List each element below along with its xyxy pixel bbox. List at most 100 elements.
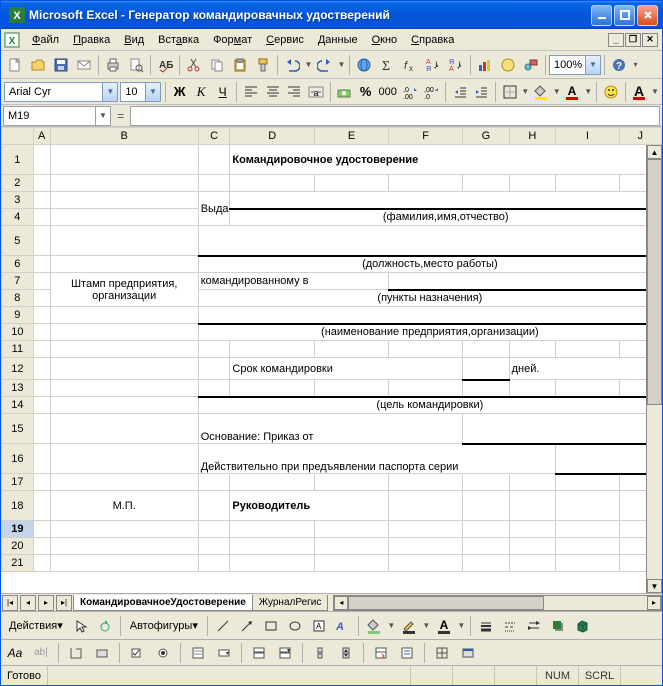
- redo-icon[interactable]: [314, 54, 336, 76]
- label-osn[interactable]: Основание: Приказ от: [198, 414, 462, 444]
- col-C[interactable]: C: [198, 128, 230, 145]
- editbox-control-icon[interactable]: ab|: [30, 642, 52, 664]
- cut-icon[interactable]: [183, 54, 205, 76]
- groupbox-control-icon[interactable]: [65, 642, 87, 664]
- sheet-tab-2[interactable]: ЖурналРегис: [252, 595, 329, 611]
- option-control-icon[interactable]: [152, 642, 174, 664]
- save-icon[interactable]: [50, 54, 72, 76]
- scrollbar-control-icon[interactable]: [309, 642, 331, 664]
- button-control-icon[interactable]: [91, 642, 113, 664]
- label-komand[interactable]: командированному в: [198, 273, 388, 290]
- menu-edit[interactable]: Правка: [66, 32, 117, 48]
- label-control-icon[interactable]: Aa: [4, 642, 26, 664]
- checkbox-control-icon[interactable]: [126, 642, 148, 664]
- draw-actions-menu[interactable]: Действия ▾: [4, 615, 68, 637]
- fill-color-dropdown[interactable]: ▼: [553, 81, 561, 103]
- comma-icon[interactable]: 000: [377, 81, 397, 103]
- percent-icon[interactable]: %: [356, 81, 376, 103]
- menu-insert[interactable]: Вставка: [151, 32, 206, 48]
- arrow-icon[interactable]: [236, 615, 258, 637]
- col-F[interactable]: F: [389, 128, 463, 145]
- menu-view[interactable]: Вид: [117, 32, 151, 48]
- col-B[interactable]: B: [50, 128, 198, 145]
- select-objects-icon[interactable]: [70, 615, 92, 637]
- font-color-draw-icon[interactable]: A: [433, 615, 455, 637]
- undo-dropdown[interactable]: ▼: [304, 54, 313, 76]
- tab-nav-first[interactable]: |◂: [2, 595, 18, 611]
- close-button[interactable]: [637, 5, 658, 26]
- label-cel[interactable]: (цель командировки): [198, 397, 661, 414]
- label-deist[interactable]: Действительно при предъявлении паспорта …: [198, 444, 555, 474]
- align-right-icon[interactable]: [284, 81, 304, 103]
- decrease-indent-icon[interactable]: [450, 81, 470, 103]
- large-font-color-icon[interactable]: A: [629, 81, 649, 103]
- font-name-combo[interactable]: Arial Cyr▼: [4, 82, 118, 102]
- menu-file[interactable]: Файл: [25, 32, 66, 48]
- large-font-color-dropdown[interactable]: ▼: [651, 81, 659, 103]
- tab-nav-last[interactable]: ▸|: [56, 595, 72, 611]
- col-J[interactable]: J: [619, 128, 661, 145]
- spellcheck-icon[interactable]: AБВ: [154, 54, 176, 76]
- sort-desc-icon[interactable]: ЯА: [445, 54, 467, 76]
- hyperlink-icon[interactable]: [353, 54, 375, 76]
- mail-icon[interactable]: [73, 54, 95, 76]
- chart-wizard-icon[interactable]: [474, 54, 496, 76]
- label-punkty[interactable]: (пункты назначения): [198, 290, 661, 307]
- function-icon[interactable]: fx: [399, 54, 421, 76]
- col-I[interactable]: I: [556, 128, 619, 145]
- rotate-icon[interactable]: [94, 615, 116, 637]
- combobox-control-icon[interactable]: [213, 642, 235, 664]
- col-E[interactable]: E: [315, 128, 389, 145]
- copy-icon[interactable]: [206, 54, 228, 76]
- align-left-icon[interactable]: [241, 81, 261, 103]
- font-size-combo[interactable]: 10▼: [120, 82, 161, 102]
- paste-icon[interactable]: [229, 54, 251, 76]
- open-icon[interactable]: [27, 54, 49, 76]
- mdi-minimize-button[interactable]: _: [608, 33, 624, 47]
- shadow-icon[interactable]: [547, 615, 569, 637]
- arrow-style-icon[interactable]: [523, 615, 545, 637]
- autosum-icon[interactable]: Σ: [376, 54, 398, 76]
- line-color-icon[interactable]: [398, 615, 420, 637]
- mdi-close-button[interactable]: ✕: [642, 33, 658, 47]
- help-icon[interactable]: ?: [608, 54, 630, 76]
- label-vydano[interactable]: Выдано: [198, 192, 230, 226]
- smiley-icon[interactable]: [601, 81, 621, 103]
- tab-nav-next[interactable]: ▸: [38, 595, 54, 611]
- label-ruk[interactable]: Руководитель: [230, 491, 389, 521]
- bold-icon[interactable]: Ж: [170, 81, 190, 103]
- fill-color-draw-icon[interactable]: [363, 615, 385, 637]
- underline-icon[interactable]: Ч: [213, 81, 233, 103]
- tab-nav-prev[interactable]: ◂: [20, 595, 36, 611]
- label-dolzh[interactable]: (должность,место работы): [198, 256, 661, 273]
- wordart-icon[interactable]: A: [332, 615, 354, 637]
- label-mp[interactable]: М.П.: [50, 491, 198, 521]
- print-icon[interactable]: [102, 54, 124, 76]
- fill-color-icon[interactable]: [531, 81, 551, 103]
- textbox-icon[interactable]: A: [308, 615, 330, 637]
- merge-center-icon[interactable]: a: [306, 81, 326, 103]
- control-properties-icon[interactable]: [370, 642, 392, 664]
- toggle-grid-icon[interactable]: [431, 642, 453, 664]
- toolbar-options[interactable]: ▾: [631, 54, 640, 76]
- mdi-restore-button[interactable]: ❐: [625, 33, 641, 47]
- col-D[interactable]: D: [230, 128, 315, 145]
- zoom-combo[interactable]: 100%▼: [549, 55, 601, 75]
- italic-icon[interactable]: К: [191, 81, 211, 103]
- rectangle-icon[interactable]: [260, 615, 282, 637]
- label-srok[interactable]: Срок командировки: [230, 358, 463, 380]
- formula-input[interactable]: [130, 106, 660, 126]
- borders-dropdown[interactable]: ▼: [521, 81, 529, 103]
- label-dney[interactable]: дней.: [509, 358, 661, 380]
- increase-decimal-icon[interactable]: ,0,00: [400, 81, 420, 103]
- menu-data[interactable]: Данные: [311, 32, 365, 48]
- select-all[interactable]: [2, 128, 34, 145]
- drawing-toggle-icon[interactable]: [520, 54, 542, 76]
- label-stamp[interactable]: Штамп предприятия, организации: [50, 273, 198, 307]
- listbox-control-icon[interactable]: [187, 642, 209, 664]
- menu-window[interactable]: Окно: [365, 32, 405, 48]
- borders-icon[interactable]: [500, 81, 520, 103]
- minimize-button[interactable]: [591, 5, 612, 26]
- font-color-dropdown[interactable]: ▼: [584, 81, 592, 103]
- menu-format[interactable]: Формат: [206, 32, 259, 48]
